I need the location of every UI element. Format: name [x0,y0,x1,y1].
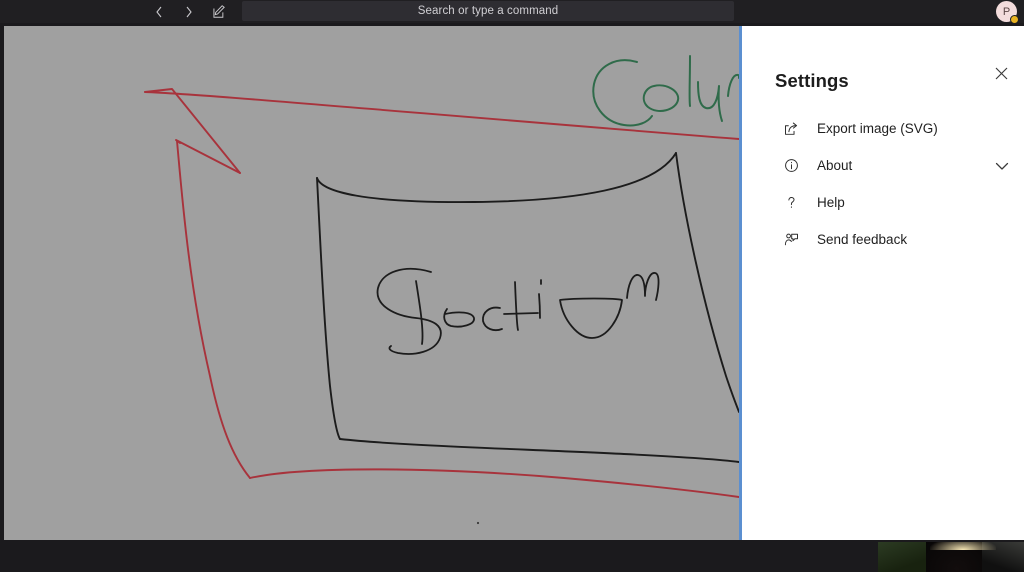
handwriting-column [592,55,739,127]
menu-item-label: Export image (SVG) [817,121,938,136]
avatar-status-badge [1010,15,1019,24]
whiteboard-canvas[interactable] [4,26,739,540]
chevron-down-icon[interactable] [993,157,1011,175]
menu-item-label: About [817,158,853,173]
menu-item-label: Send feedback [817,232,908,247]
info-circle-icon [781,156,801,176]
menu-item-send-feedback[interactable]: Send feedback [775,221,1013,258]
video-thumb-highlight [930,542,996,550]
question-mark-icon [781,193,801,213]
video-thumb-left-region [878,542,932,572]
menu-item-export-image[interactable]: Export image (SVG) [775,110,1013,147]
search-input[interactable]: Search or type a command [242,1,734,21]
red-selection-stroke [144,88,739,498]
menu-item-label: Help [817,195,845,210]
avatar[interactable]: P [996,1,1019,24]
search-placeholder-text: Search or type a command [417,5,559,17]
menu-item-about[interactable]: About [775,147,1013,184]
handwriting-section [376,268,660,355]
section-box-shape [316,152,739,463]
chevron-right-icon[interactable] [182,4,196,20]
chevron-left-icon[interactable] [152,4,166,20]
compose-note-icon[interactable] [212,4,226,20]
page-title: Settings [775,70,849,91]
send-feedback-icon [781,230,801,250]
navigation-cluster [152,0,226,23]
bottom-bar [0,540,1024,572]
settings-menu-list: Export image (SVG) About Help Send feedb… [775,110,1013,258]
top-command-bar: Search or type a command P [0,0,1024,24]
canvas-ink-layer [144,55,739,525]
settings-panel: Settings Export image (SVG) About Help S… [742,26,1024,540]
stray-ink-dot [476,521,480,525]
webcam-video-thumbnail[interactable] [878,542,1024,572]
share-export-icon [781,119,801,139]
close-icon[interactable] [988,60,1014,86]
menu-item-help[interactable]: Help [775,184,1013,221]
